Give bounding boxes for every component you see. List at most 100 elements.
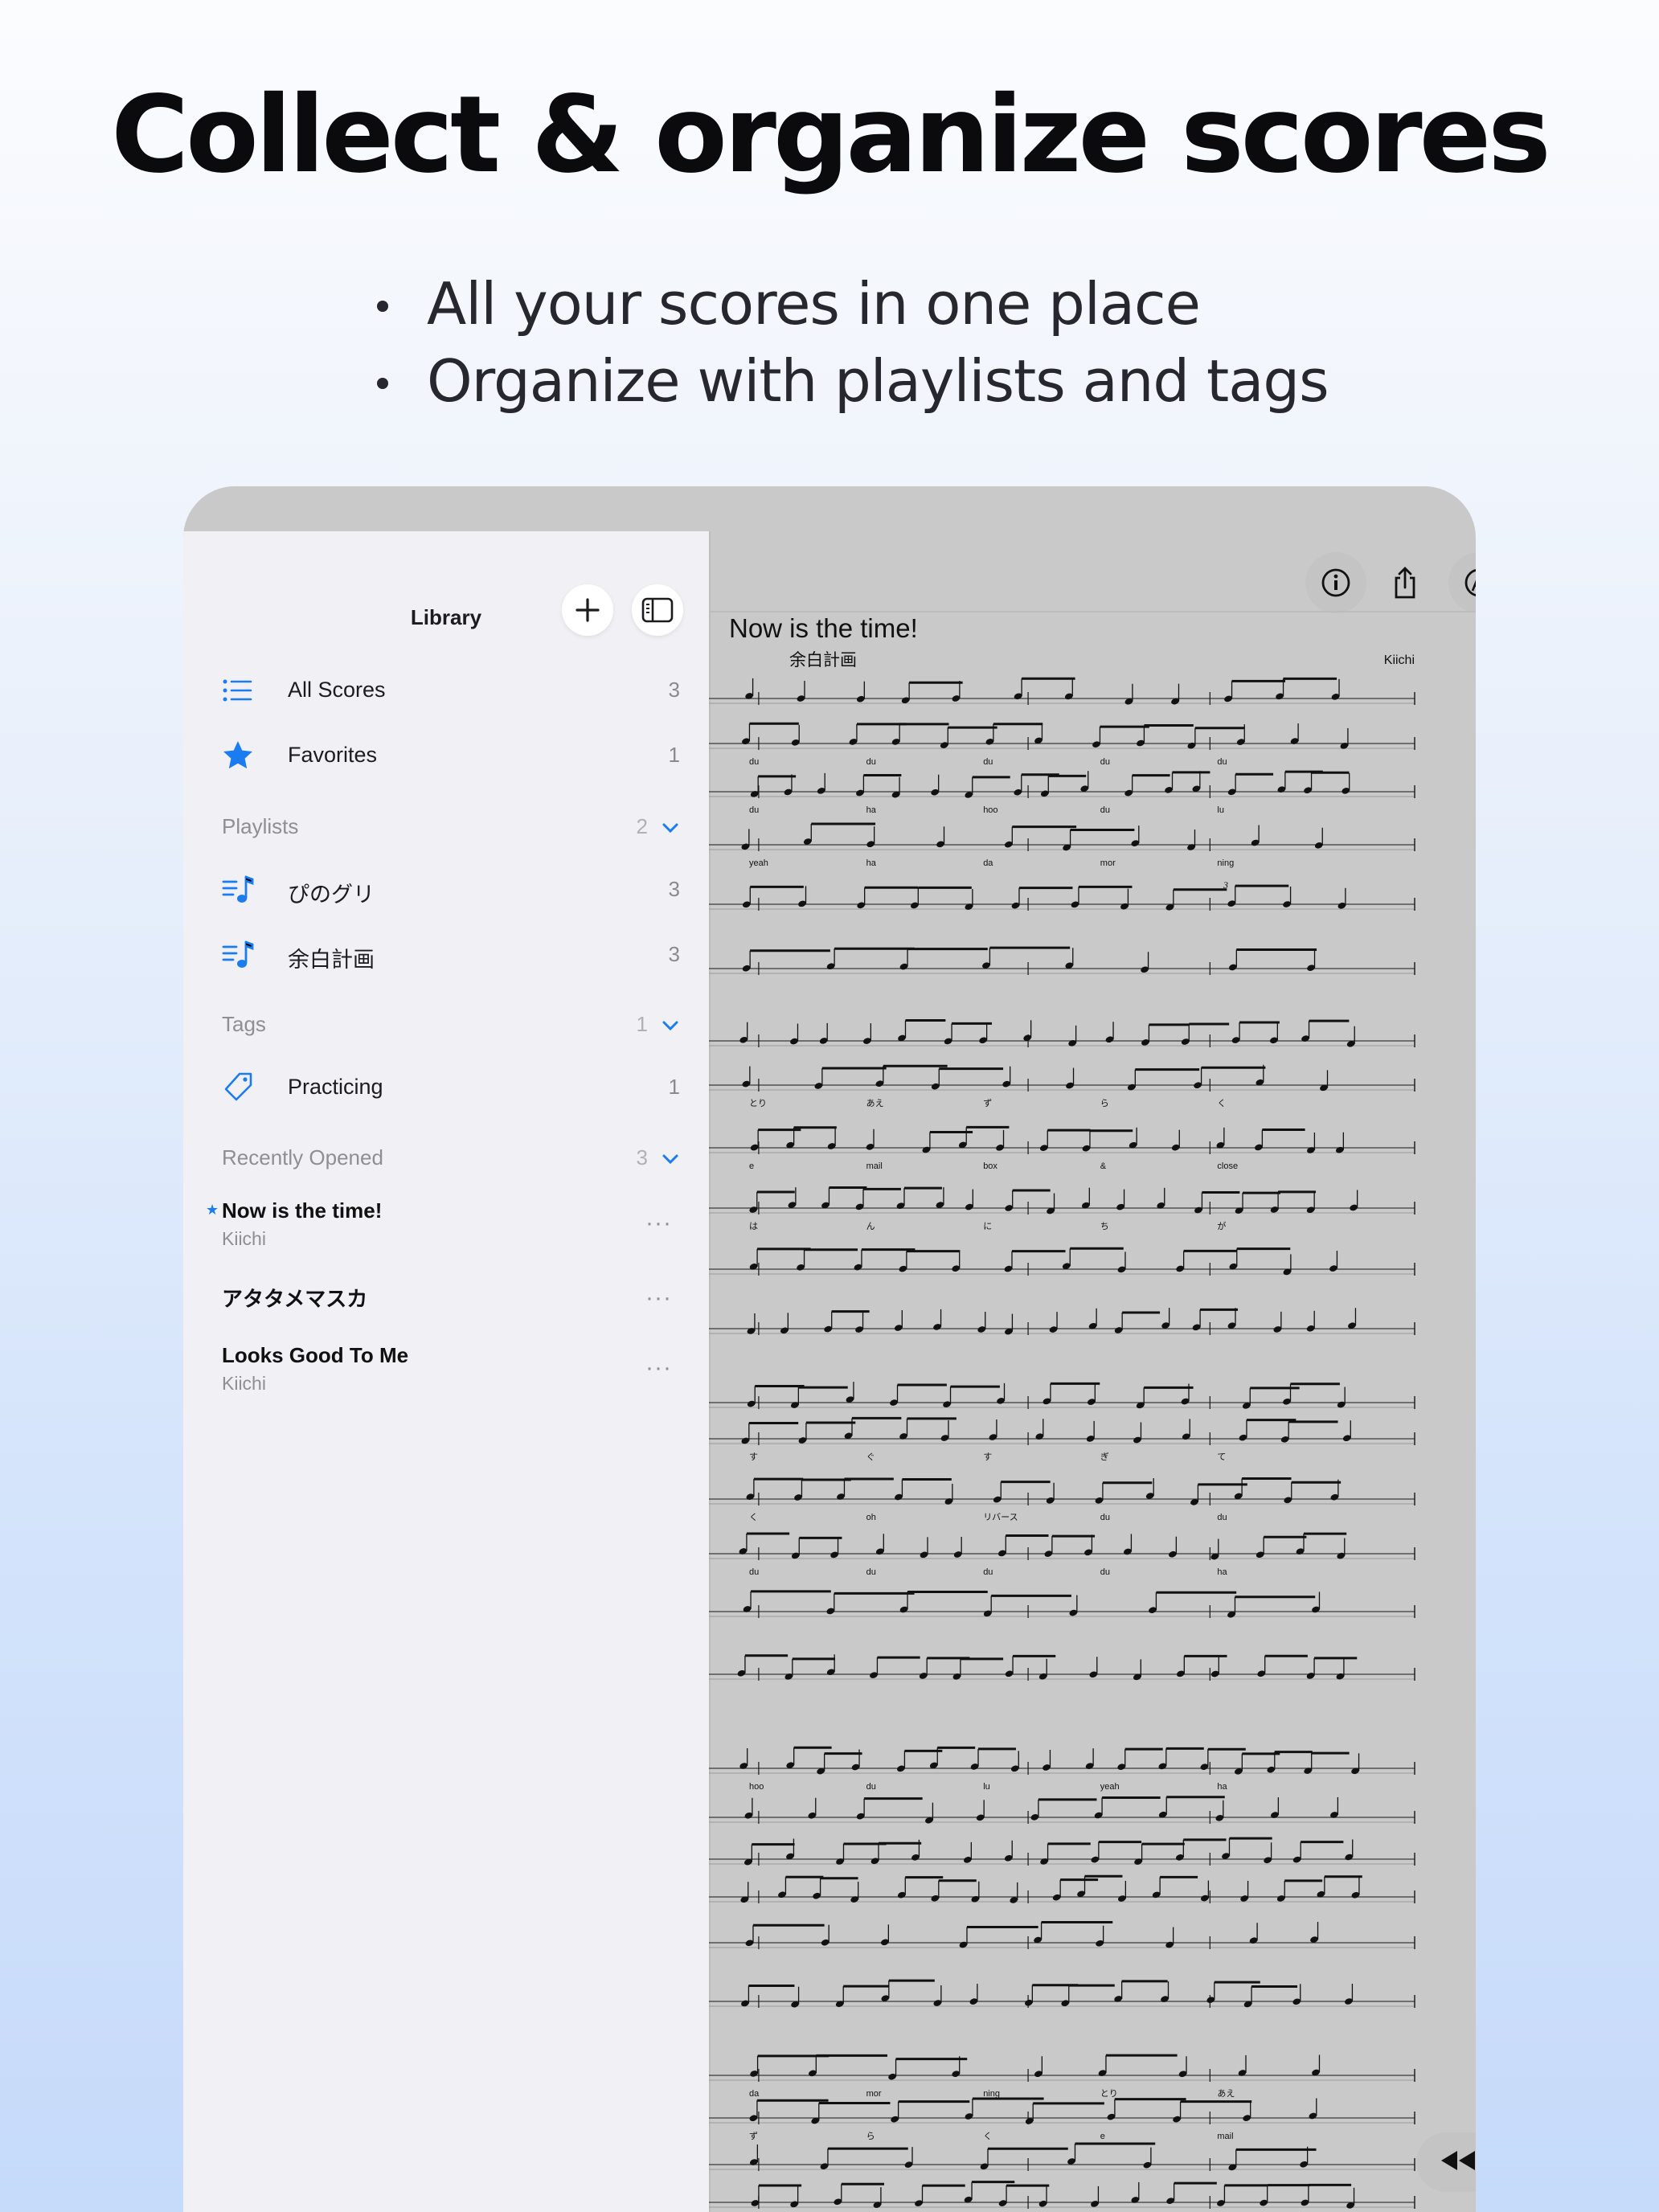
sidebar-icon [641, 597, 674, 623]
section-label: Playlists [222, 814, 299, 838]
lyric-text: du [983, 1567, 993, 1577]
lyric-text: e [1100, 2132, 1105, 2141]
lyric-text: hoo [983, 805, 997, 815]
sidebar-item-label: All Scores [288, 678, 386, 702]
lyric-text: とり [749, 1098, 767, 1108]
sidebar-item-label: Practicing [288, 1075, 383, 1099]
playlists-section-header[interactable]: Playlists 2 [222, 814, 680, 846]
score-viewer: Now is the time! 余白計画 Kiichi du du du du du d… [709, 486, 1476, 2212]
lyric-text: oh [866, 1513, 876, 1522]
star-icon [223, 741, 252, 769]
lyric-text: ら [1100, 1098, 1109, 1108]
sidebar-item-playlist[interactable]: 余白計画 3 [222, 934, 680, 974]
sidebar-item-label: ぴのグリ [288, 883, 375, 907]
recent-title: アタタメマスカ [222, 1287, 368, 1311]
lyric-text: す [749, 1452, 758, 1462]
sidebar-item-label: Favorites [288, 743, 378, 767]
lyric-text: あえ [866, 1098, 884, 1108]
lyric-text: く [983, 2132, 992, 2141]
lyric-text: & [1100, 1161, 1107, 1171]
tags-section-header[interactable]: Tags 1 [222, 1012, 680, 1044]
lyric-text: リバース [983, 1512, 1018, 1522]
section-count: 1 [636, 1012, 648, 1036]
lyric-text: ha [866, 805, 877, 815]
library-sidebar: Library All Scores 3 Favorites 1 Playlis… [183, 531, 709, 2212]
more-icon[interactable]: ··· [645, 1284, 672, 1312]
playlist-icon [222, 875, 254, 903]
lyric-text: du [1100, 757, 1110, 767]
recent-item[interactable]: Looks Good To Me Kiichi ··· [222, 1343, 680, 1399]
lyric-text: du [1100, 1567, 1110, 1577]
lyric-text: が [1217, 1220, 1226, 1231]
lyric-text: yeah [1100, 1782, 1120, 1792]
recent-section-header[interactable]: Recently Opened 3 [222, 1145, 680, 1178]
lyric-text: ning [1217, 858, 1234, 868]
lyric-text: lu [983, 1782, 990, 1792]
rewind-button[interactable] [1438, 2149, 1477, 2177]
lyric-text: く [1217, 1099, 1226, 1108]
lyric-text: box [983, 1161, 997, 1171]
lyric-text: ぐ [866, 1452, 875, 1462]
item-count: 1 [668, 743, 680, 767]
recent-item[interactable]: アタタメマスカ ··· [222, 1283, 680, 1323]
chevron-down-icon [662, 1154, 678, 1165]
library-title: Library [410, 605, 482, 629]
lyric-text: に [983, 1222, 992, 1231]
section-count: 2 [636, 814, 648, 838]
bullet-item: Organize with playlists and tags [374, 342, 1329, 420]
recent-subtitle: Kiichi [222, 1228, 266, 1249]
more-icon[interactable]: ··· [645, 1210, 672, 1237]
lyric-text: du [866, 757, 876, 767]
lyric-text: mor [866, 2089, 882, 2099]
item-count: 1 [668, 1075, 680, 1099]
section-label: Recently Opened [222, 1145, 383, 1169]
tuplet-number: 3 [1223, 879, 1228, 891]
playlist-icon [222, 940, 254, 968]
lyric-text: du [866, 1782, 876, 1792]
lyric-text: ha [1217, 1567, 1227, 1577]
chevron-down-icon [662, 1021, 678, 1031]
lyric-text: あえ [1217, 2088, 1235, 2099]
sidebar-item-all-scores[interactable]: All Scores 3 [222, 670, 680, 710]
star-icon: ★ [206, 1202, 219, 1218]
add-score-button[interactable] [562, 584, 613, 636]
lyric-text: close [1217, 1161, 1238, 1171]
more-icon[interactable]: ··· [645, 1354, 672, 1382]
lyric-text: du [1217, 1513, 1227, 1522]
feature-bullets: All your scores in one place Organize wi… [374, 265, 1329, 420]
lyric-text: du [749, 757, 759, 767]
playback-controls: m m [1416, 2132, 1476, 2192]
lyric-text: da [749, 2089, 760, 2099]
sidebar-item-label: 余白計画 [288, 948, 375, 972]
lyric-text: du [749, 805, 759, 815]
lyric-text: て [1217, 1452, 1226, 1462]
lyric-text: く [749, 1513, 758, 1522]
lyric-text: ning [983, 2089, 1000, 2099]
lyric-text: ぎ [1100, 1451, 1109, 1462]
toggle-sidebar-button[interactable] [632, 584, 683, 636]
lyric-text: mail [866, 1161, 883, 1171]
lyric-text: du [1217, 757, 1227, 767]
recent-item[interactable]: ★ Now is the time! Kiichi ··· [206, 1198, 680, 1255]
lyric-text: du [866, 1567, 876, 1577]
lyric-text: ha [866, 858, 877, 868]
recent-title: Looks Good To Me [222, 1343, 409, 1367]
lyric-text: ら [866, 2131, 875, 2141]
headline: Collect & organize scores [111, 73, 1551, 197]
item-count: 3 [668, 877, 680, 901]
lyric-text: mor [1100, 858, 1116, 868]
lyric-text: e [749, 1161, 754, 1171]
lyric-text: は [749, 1221, 758, 1231]
bullet-item: All your scores in one place [374, 265, 1329, 342]
sheet-music[interactable]: du du du du dudu ha hoo du luyeah ha da mor ningとり あえ… [709, 486, 1476, 2212]
lyric-text: yeah [749, 858, 768, 868]
sidebar-item-favorites[interactable]: Favorites 1 [222, 735, 680, 775]
item-count: 3 [668, 942, 680, 966]
sidebar-item-playlist[interactable]: ぴのグリ 3 [222, 869, 680, 909]
lyric-text: ず [983, 1098, 992, 1108]
lyric-text: ず [749, 2131, 758, 2141]
lyric-text: ち [1100, 1221, 1109, 1231]
tag-icon [224, 1072, 252, 1101]
sidebar-item-tag[interactable]: Practicing 1 [222, 1067, 680, 1107]
section-count: 3 [636, 1145, 648, 1169]
